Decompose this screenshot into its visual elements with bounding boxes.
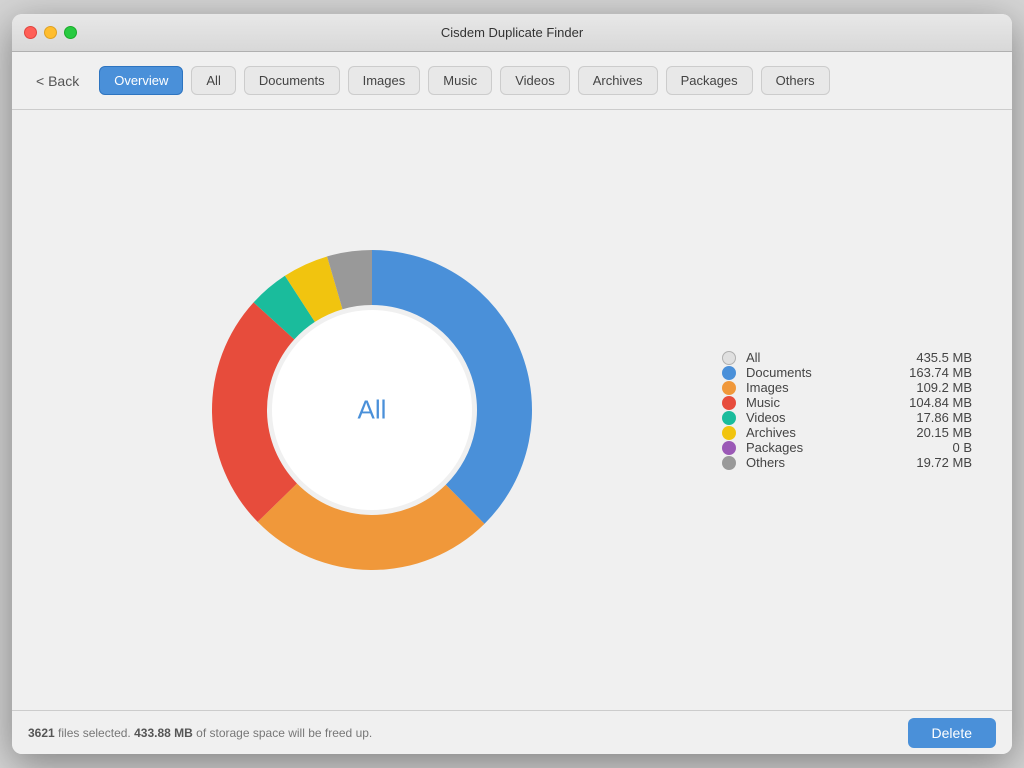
legend-item-packages: Packages 0 B: [722, 440, 972, 455]
tab-others[interactable]: Others: [761, 66, 830, 95]
chart-center-label: All: [358, 395, 387, 426]
delete-button[interactable]: Delete: [908, 718, 996, 748]
tab-archives[interactable]: Archives: [578, 66, 658, 95]
legend-value-music: 104.84 MB: [897, 395, 972, 410]
legend-item-images: Images 109.2 MB: [722, 380, 972, 395]
legend-dot-documents: [722, 366, 736, 380]
files-label: files selected.: [58, 726, 134, 740]
legend-item-music: Music 104.84 MB: [722, 395, 972, 410]
storage-label: of storage space will be freed up.: [196, 726, 372, 740]
statusbar: 3621 files selected. 433.88 MB of storag…: [12, 710, 1012, 754]
donut-chart: All: [202, 240, 542, 580]
legend-item-archives: Archives 20.15 MB: [722, 425, 972, 440]
status-text: 3621 files selected. 433.88 MB of storag…: [28, 726, 372, 740]
toolbar: < Back Overview All Documents Images Mus…: [12, 52, 1012, 110]
tab-packages[interactable]: Packages: [666, 66, 753, 95]
legend-label-images: Images: [746, 380, 887, 395]
legend-value-all: 435.5 MB: [897, 350, 972, 365]
legend-item-others: Others 19.72 MB: [722, 455, 972, 470]
window-title: Cisdem Duplicate Finder: [441, 25, 583, 40]
legend-label-packages: Packages: [746, 440, 887, 455]
tab-music[interactable]: Music: [428, 66, 492, 95]
back-button[interactable]: < Back: [28, 69, 87, 93]
legend-item-videos: Videos 17.86 MB: [722, 410, 972, 425]
legend-dot-packages: [722, 441, 736, 455]
legend-label-archives: Archives: [746, 425, 887, 440]
tab-documents[interactable]: Documents: [244, 66, 340, 95]
titlebar: Cisdem Duplicate Finder: [12, 14, 1012, 52]
legend-dot-all: [722, 351, 736, 365]
legend-dot-others: [722, 456, 736, 470]
files-count: 3621: [28, 726, 55, 740]
legend-value-others: 19.72 MB: [897, 455, 972, 470]
app-window: Cisdem Duplicate Finder < Back Overview …: [12, 14, 1012, 754]
legend-label-music: Music: [746, 395, 887, 410]
minimize-button[interactable]: [44, 26, 57, 39]
legend-dot-images: [722, 381, 736, 395]
main-content: All All 435.5 MB Documents 163.74 MB Images 1…: [12, 110, 1012, 710]
tab-videos[interactable]: Videos: [500, 66, 570, 95]
legend-value-packages: 0 B: [897, 440, 972, 455]
chart-area: All: [52, 240, 692, 580]
tab-overview[interactable]: Overview: [99, 66, 183, 95]
legend-dot-videos: [722, 411, 736, 425]
legend-value-videos: 17.86 MB: [897, 410, 972, 425]
storage-amount: 433.88 MB: [134, 726, 193, 740]
legend-value-images: 109.2 MB: [897, 380, 972, 395]
maximize-button[interactable]: [64, 26, 77, 39]
legend-label-videos: Videos: [746, 410, 887, 425]
legend-item-documents: Documents 163.74 MB: [722, 365, 972, 380]
legend-label-all: All: [746, 350, 887, 365]
legend-dot-music: [722, 396, 736, 410]
legend-label-documents: Documents: [746, 365, 887, 380]
tab-images[interactable]: Images: [348, 66, 421, 95]
legend-label-others: Others: [746, 455, 887, 470]
legend-dot-archives: [722, 426, 736, 440]
legend-item-all: All 435.5 MB: [722, 350, 972, 365]
legend-value-documents: 163.74 MB: [897, 365, 972, 380]
close-button[interactable]: [24, 26, 37, 39]
traffic-lights: [24, 26, 77, 39]
legend-value-archives: 20.15 MB: [897, 425, 972, 440]
legend: All 435.5 MB Documents 163.74 MB Images 109.2…: [692, 350, 972, 470]
tab-all[interactable]: All: [191, 66, 235, 95]
